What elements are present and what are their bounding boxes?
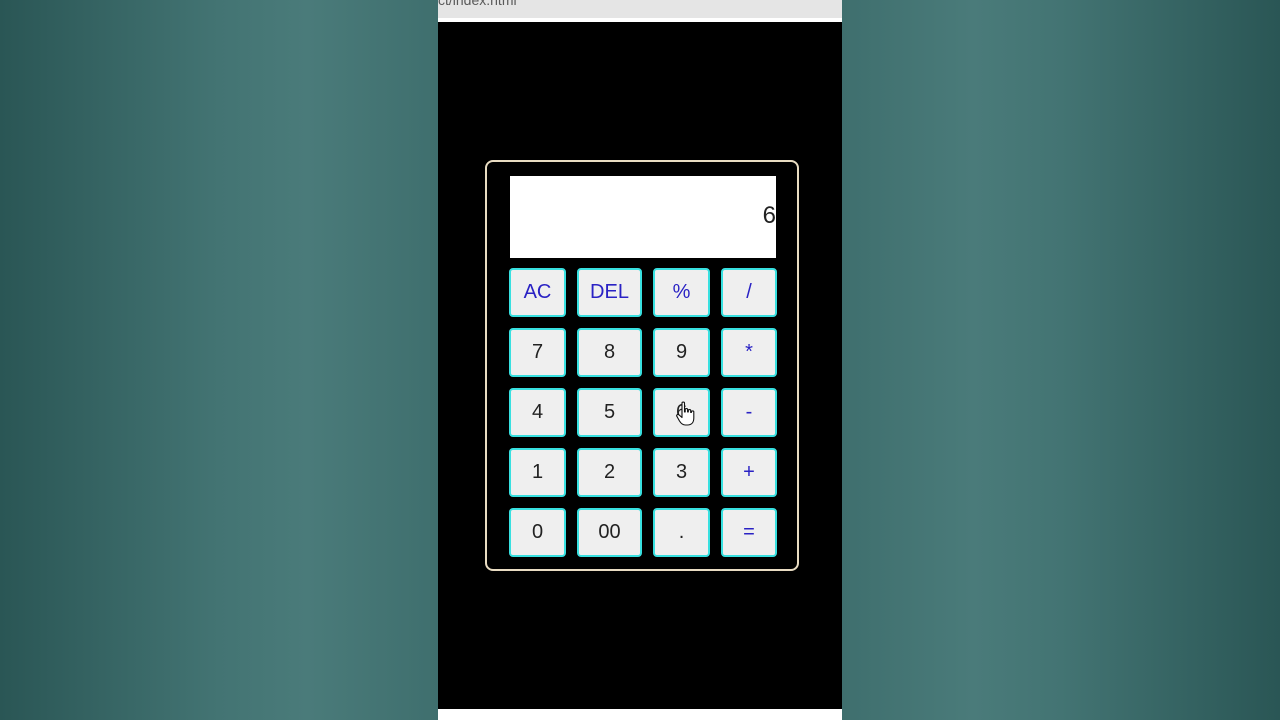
- key-6[interactable]: 6: [653, 388, 710, 437]
- address-text: ct/index.html: [438, 0, 517, 8]
- key-equals[interactable]: =: [721, 508, 777, 557]
- key-multiply[interactable]: *: [721, 328, 777, 377]
- browser-viewport: ct/index.html 6 AC DEL % / 7 8 9 * 4 5 6…: [438, 0, 842, 720]
- key-4[interactable]: 4: [509, 388, 566, 437]
- key-8[interactable]: 8: [577, 328, 642, 377]
- address-bar[interactable]: ct/index.html: [438, 0, 842, 18]
- key-9[interactable]: 9: [653, 328, 710, 377]
- key-3[interactable]: 3: [653, 448, 710, 497]
- key-2[interactable]: 2: [577, 448, 642, 497]
- key-decimal[interactable]: .: [653, 508, 710, 557]
- display-value: 6: [762, 202, 776, 229]
- key-divide[interactable]: /: [721, 268, 777, 317]
- key-clear-all[interactable]: AC: [509, 268, 566, 317]
- bottom-strip: [438, 709, 842, 720]
- background-left: [0, 0, 438, 720]
- calculator-display: 6: [510, 176, 776, 258]
- key-7[interactable]: 7: [509, 328, 566, 377]
- key-5[interactable]: 5: [577, 388, 642, 437]
- toolbar-divider: [438, 18, 842, 22]
- calculator: 6 AC DEL % / 7 8 9 * 4 5 6 - 1 2 3 + 0 0…: [485, 160, 799, 571]
- key-percent[interactable]: %: [653, 268, 710, 317]
- background-right: [842, 0, 1280, 720]
- key-00[interactable]: 00: [577, 508, 642, 557]
- key-0[interactable]: 0: [509, 508, 566, 557]
- key-subtract[interactable]: -: [721, 388, 777, 437]
- key-1[interactable]: 1: [509, 448, 566, 497]
- key-add[interactable]: +: [721, 448, 777, 497]
- key-delete[interactable]: DEL: [577, 268, 642, 317]
